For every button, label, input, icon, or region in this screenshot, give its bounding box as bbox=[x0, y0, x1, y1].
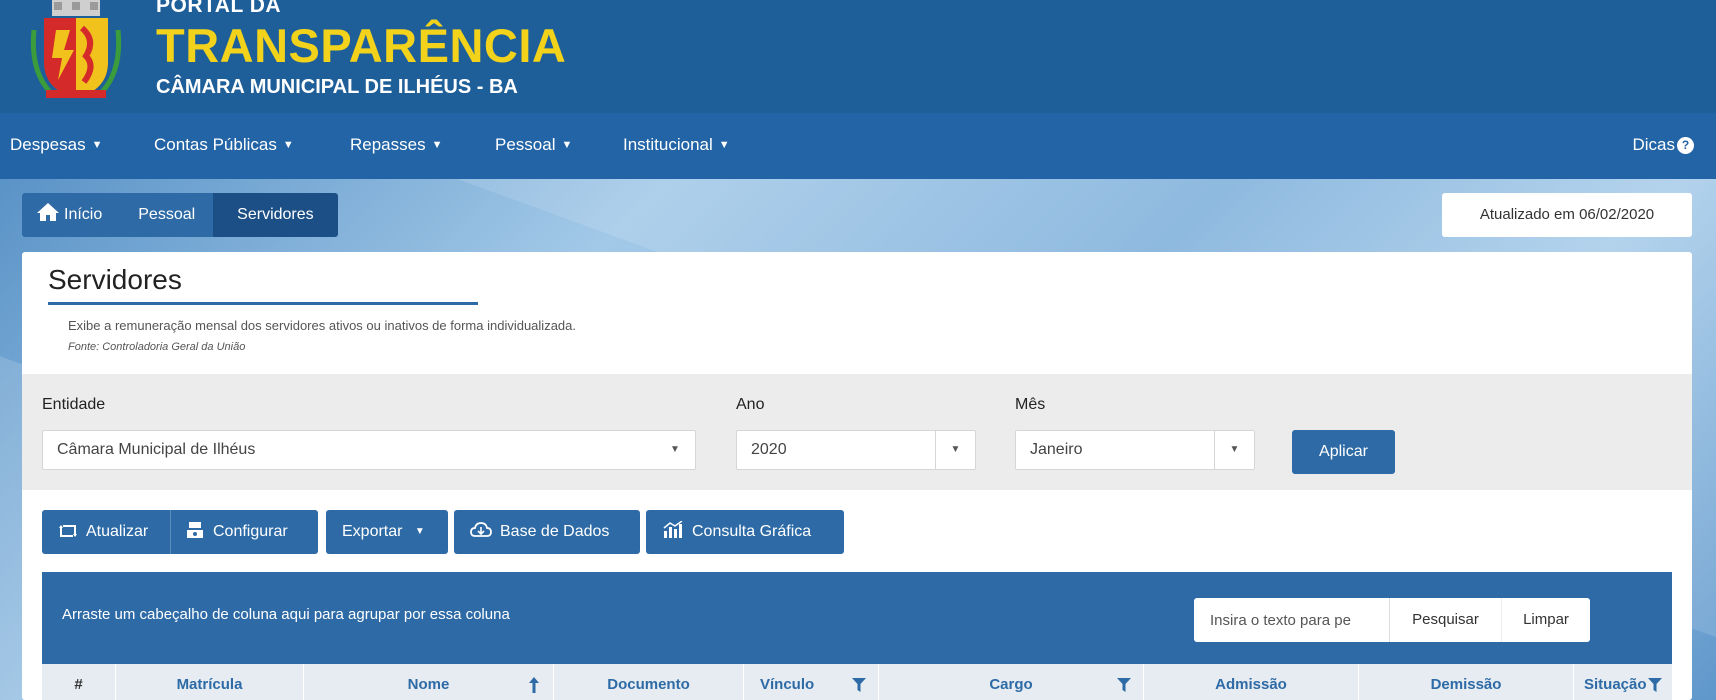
entidade-select[interactable]: Câmara Municipal de Ilhéus ▼ bbox=[42, 430, 696, 470]
refresh-icon bbox=[59, 525, 77, 537]
ano-label: Ano bbox=[736, 396, 765, 413]
grid-search: Pesquisar Limpar bbox=[1194, 598, 1590, 642]
entidade-label: Entidade bbox=[42, 396, 106, 413]
exportar-button[interactable]: Exportar ▼ bbox=[326, 510, 448, 554]
group-hint: Arraste um cabeçalho de coluna aqui para… bbox=[62, 606, 510, 623]
transparencia-title: TRANSPARÊNCIA bbox=[156, 19, 567, 72]
column-header-documento[interactable]: Documento bbox=[554, 664, 744, 700]
chevron-down-icon: ▼ bbox=[282, 139, 294, 151]
main-nav: Despesas ▼ Contas Públicas ▼ Repasses ▼ Pes… bbox=[0, 113, 1716, 179]
nav-repasses[interactable]: Repasses ▼ bbox=[350, 135, 443, 155]
breadcrumb-pessoal[interactable]: Pessoal bbox=[120, 193, 214, 237]
nav-pessoal-label: Pessoal bbox=[495, 135, 556, 154]
caret-down-icon: ▼ bbox=[935, 431, 975, 469]
nav-pessoal[interactable]: Pessoal ▼ bbox=[495, 135, 572, 155]
page-source: Fonte: Controladoria Geral da União bbox=[68, 341, 246, 353]
filter-icon[interactable] bbox=[852, 678, 866, 692]
consulta-grafica-label: Consulta Gráfica bbox=[692, 523, 812, 540]
limpar-button[interactable]: Limpar bbox=[1502, 598, 1590, 642]
question-circle-icon: ? bbox=[1677, 137, 1694, 154]
cloud-icon bbox=[470, 522, 492, 537]
breadcrumb-current: Servidores bbox=[213, 193, 338, 237]
column-header-cargo[interactable]: Cargo bbox=[879, 664, 1144, 700]
atualizar-button[interactable]: Atualizar bbox=[42, 510, 170, 554]
base-dados-label: Base de Dados bbox=[500, 523, 610, 540]
column-header-nome[interactable]: Nome bbox=[304, 664, 554, 700]
column-header-demissao[interactable]: Demissão bbox=[1359, 664, 1574, 700]
settings-icon bbox=[187, 522, 203, 538]
column-header-vinculo[interactable]: Vínculo bbox=[744, 664, 879, 700]
page-description: Exibe a remuneração mensal dos servidore… bbox=[68, 318, 576, 333]
column-header-situacao-label: Situação bbox=[1584, 676, 1647, 693]
breadcrumb-home-label: Início bbox=[64, 206, 103, 223]
entidade-value: Câmara Municipal de Ilhéus bbox=[57, 441, 256, 458]
filter-icon[interactable] bbox=[1117, 678, 1131, 692]
nav-contas-label: Contas Públicas bbox=[154, 135, 277, 154]
caret-down-icon: ▼ bbox=[1214, 431, 1254, 469]
search-input[interactable] bbox=[1194, 598, 1390, 642]
filter-panel: Entidade Câmara Municipal de Ilhéus ▼ An… bbox=[22, 374, 1692, 490]
nav-despesas[interactable]: Despesas ▼ bbox=[10, 135, 103, 155]
column-header-index[interactable]: # bbox=[42, 664, 116, 700]
chart-icon bbox=[663, 521, 683, 538]
grid-group-panel: Arraste um cabeçalho de coluna aqui para… bbox=[42, 572, 1672, 664]
mes-select[interactable]: Janeiro ▼ bbox=[1015, 430, 1255, 470]
column-header-vinculo-label: Vínculo bbox=[760, 676, 815, 693]
chevron-down-icon: ▼ bbox=[431, 139, 443, 151]
portal-da-label: PORTAL DA bbox=[156, 0, 282, 17]
site-header: PORTAL DA TRANSPARÊNCIA CÂMARA MUNICIPAL… bbox=[0, 0, 1716, 113]
apply-button[interactable]: Aplicar bbox=[1292, 430, 1395, 474]
configurar-label: Configurar bbox=[213, 523, 288, 540]
nav-repasses-label: Repasses bbox=[350, 135, 426, 154]
atualizar-label: Atualizar bbox=[86, 523, 149, 540]
column-header-cargo-label: Cargo bbox=[989, 676, 1033, 693]
main-card: Servidores Exibe a remuneração mensal do… bbox=[22, 252, 1692, 700]
nav-contas-publicas[interactable]: Contas Públicas ▼ bbox=[154, 135, 294, 155]
sort-ascending-icon[interactable] bbox=[529, 677, 539, 693]
base-dados-button[interactable]: Base de Dados bbox=[454, 510, 640, 554]
configurar-button[interactable]: Configurar bbox=[170, 510, 318, 554]
coat-of-arms-icon bbox=[30, 0, 122, 98]
pesquisar-button[interactable]: Pesquisar bbox=[1390, 598, 1502, 642]
chevron-down-icon: ▼ bbox=[718, 139, 730, 151]
caret-down-icon: ▼ bbox=[414, 526, 425, 537]
column-header-matricula[interactable]: Matrícula bbox=[116, 664, 304, 700]
grid-header-row: # Matrícula Nome Documento Vínculo Cargo… bbox=[42, 664, 1672, 700]
nav-despesas-label: Despesas bbox=[10, 135, 86, 154]
breadcrumb: Início Pessoal Servidores bbox=[22, 193, 338, 237]
page-title: Servidores bbox=[48, 264, 182, 295]
exportar-label: Exportar bbox=[342, 523, 403, 540]
column-header-admissao[interactable]: Admissão bbox=[1144, 664, 1359, 700]
consulta-grafica-button[interactable]: Consulta Gráfica bbox=[646, 510, 844, 554]
chevron-down-icon: ▼ bbox=[561, 139, 573, 151]
mes-label: Mês bbox=[1015, 396, 1046, 413]
ano-select[interactable]: 2020 ▼ bbox=[736, 430, 976, 470]
mes-value: Janeiro bbox=[1030, 441, 1083, 458]
ano-value: 2020 bbox=[751, 441, 787, 458]
dicas-link[interactable]: Dicas? bbox=[1632, 135, 1694, 155]
updated-date: Atualizado em 06/02/2020 bbox=[1442, 193, 1692, 237]
home-icon bbox=[37, 203, 59, 221]
nav-institucional-label: Institucional bbox=[623, 135, 713, 154]
nav-institucional[interactable]: Institucional ▼ bbox=[623, 135, 730, 155]
chevron-down-icon: ▼ bbox=[91, 139, 103, 151]
filter-icon[interactable] bbox=[1648, 678, 1662, 692]
caret-down-icon: ▼ bbox=[670, 444, 680, 455]
column-header-situacao[interactable]: Situação bbox=[1574, 664, 1672, 700]
breadcrumb-home[interactable]: Início bbox=[22, 193, 121, 237]
column-header-nome-label: Nome bbox=[407, 676, 450, 693]
institution-subtitle: CÂMARA MUNICIPAL DE ILHÉUS - BA bbox=[156, 76, 518, 98]
dicas-label: Dicas bbox=[1632, 135, 1675, 154]
title-underline bbox=[48, 302, 478, 305]
